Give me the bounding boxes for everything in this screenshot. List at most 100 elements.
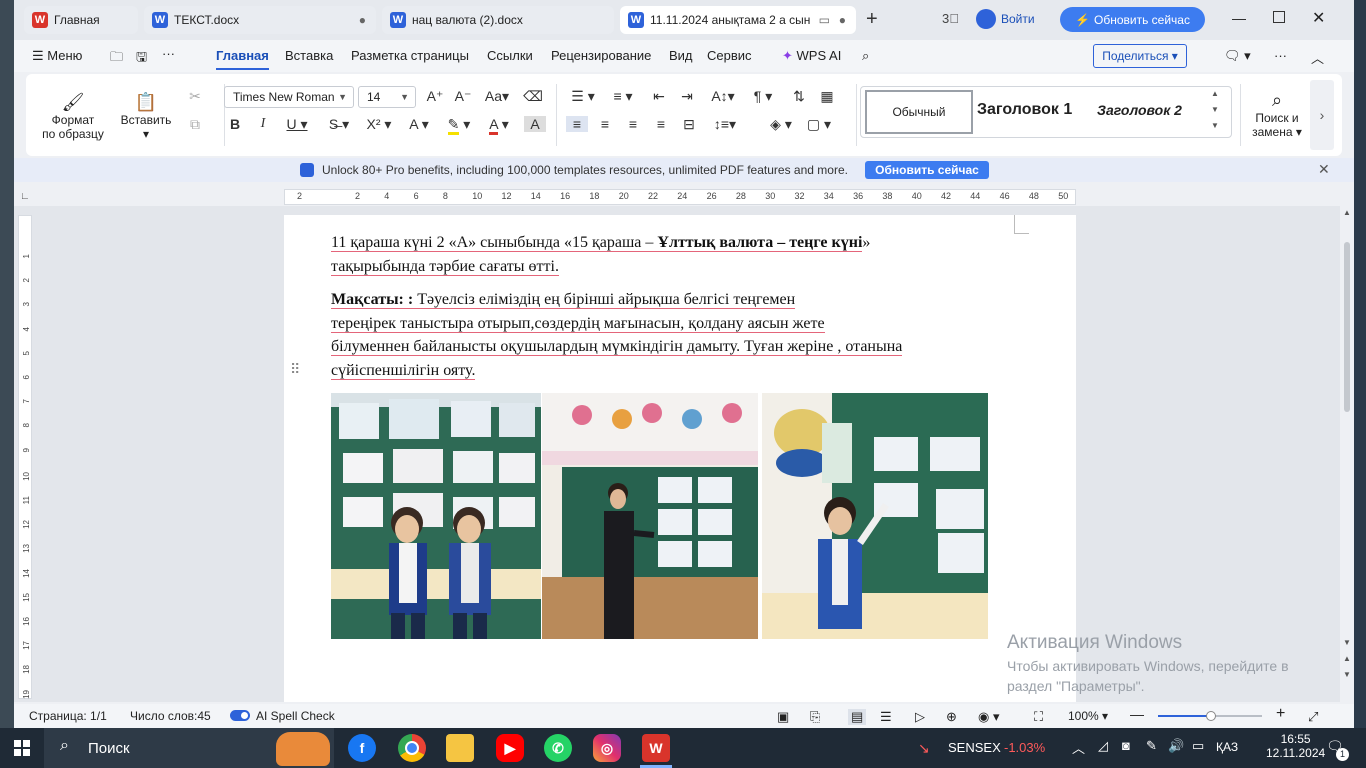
- stock-change[interactable]: -1.03%: [1004, 740, 1045, 755]
- photo-student-pointing[interactable]: [762, 393, 988, 639]
- comment-icon[interactable]: 🗨 ▾: [1224, 48, 1251, 64]
- fit-page-icon[interactable]: ⛶: [1034, 709, 1043, 725]
- shading-icon[interactable]: ◈ ▾: [764, 116, 798, 133]
- next-page-icon[interactable]: ▼: [1343, 670, 1351, 679]
- open-folder-icon[interactable]: 🗀: [110, 48, 123, 70]
- facebook-icon[interactable]: f: [348, 734, 376, 762]
- shrink-font-icon[interactable]: A⁻: [452, 88, 474, 105]
- strikethrough-icon[interactable]: S̶ ▾: [324, 116, 354, 133]
- read-mode-icon[interactable]: ▣: [777, 709, 789, 725]
- banner-close-icon[interactable]: ✕: [1318, 161, 1330, 178]
- clear-format-icon[interactable]: ⌫: [522, 88, 544, 105]
- fullscreen-doc-icon[interactable]: ⎘: [810, 709, 820, 725]
- search-icon[interactable]: ⌕: [862, 48, 869, 64]
- borders-icon[interactable]: ▢ ▾: [802, 116, 836, 133]
- photo-students-pair[interactable]: [331, 393, 541, 639]
- battery-icon[interactable]: ▭: [1192, 738, 1204, 754]
- tab-servis[interactable]: Сервис: [707, 48, 752, 63]
- webcam-icon[interactable]: ◙: [1122, 738, 1130, 753]
- vertical-ruler[interactable]: 1 2 3 4 5 6 7 8 9 10 11 12 13 14 15 16 17 18 19: [18, 215, 32, 699]
- zoom-out-icon[interactable]: —: [1130, 706, 1144, 722]
- spell-check-toggle[interactable]: [230, 710, 250, 721]
- more-icon[interactable]: ···: [162, 46, 175, 61]
- decrease-indent-icon[interactable]: ⇤: [648, 88, 670, 105]
- align-right-icon[interactable]: ≡: [622, 116, 644, 132]
- text-effect-icon[interactable]: A ▾: [404, 116, 434, 133]
- align-left-icon[interactable]: ≡: [566, 116, 588, 132]
- increase-indent-icon[interactable]: ⇥: [676, 88, 698, 105]
- char-shading-icon[interactable]: A: [524, 116, 546, 132]
- superscript-icon[interactable]: X² ▾: [364, 116, 394, 133]
- user-avatar-icon[interactable]: [976, 9, 996, 29]
- document-page[interactable]: 11 қараша күні 2 «А» сыныбында «15 қараш…: [284, 215, 1076, 702]
- tab-list-icon[interactable]: 3⃞: [942, 11, 959, 26]
- tab-nats-valyuta[interactable]: W нац валюта (2).docx: [382, 6, 614, 34]
- network-icon[interactable]: ◿: [1098, 738, 1108, 754]
- styles-scroll-up-icon[interactable]: ▲: [1211, 89, 1219, 98]
- close-tab-icon[interactable]: ●: [839, 13, 846, 27]
- font-size-select[interactable]: 14 ▼: [358, 86, 416, 108]
- highlight-icon[interactable]: ✎ ▾: [444, 116, 474, 135]
- page-view-icon[interactable]: ▤: [848, 709, 867, 725]
- table-grid-icon[interactable]: ▦: [816, 88, 838, 105]
- tab-ssylki[interactable]: Ссылки: [487, 48, 533, 63]
- scroll-thumb[interactable]: [1344, 242, 1350, 412]
- file-explorer-icon[interactable]: [446, 734, 474, 762]
- distributed-icon[interactable]: ⊟: [678, 116, 700, 133]
- numbering-icon[interactable]: ≡ ▾: [606, 88, 640, 105]
- youtube-icon[interactable]: ▶: [496, 734, 524, 762]
- align-center-icon[interactable]: ≡: [594, 116, 616, 132]
- tab-recenzirovanie[interactable]: Рецензирование: [551, 48, 651, 63]
- word-count[interactable]: Число слов:45: [130, 709, 211, 723]
- paste-button[interactable]: 📋 Вставить ▾: [116, 92, 176, 141]
- login-button[interactable]: Войти: [1001, 12, 1035, 26]
- close-window-icon[interactable]: ✕: [1312, 8, 1325, 28]
- volume-icon[interactable]: 🔊: [1168, 738, 1184, 754]
- style-heading-2[interactable]: Заголовок 2: [1097, 90, 1201, 130]
- outline-view-icon[interactable]: ☰: [880, 709, 892, 725]
- ribbon-scroll-right-icon[interactable]: ›: [1310, 80, 1334, 150]
- tab-active-doc[interactable]: W 11.11.2024 анықтама 2 а сын ▭ ●: [620, 6, 856, 34]
- wps-office-icon[interactable]: W: [642, 734, 670, 762]
- copy-icon[interactable]: ⧉: [184, 116, 206, 133]
- underline-icon[interactable]: U ▾: [282, 116, 312, 133]
- find-replace-button[interactable]: ⌕ Поиск и замена ▾: [1248, 90, 1306, 139]
- bullets-icon[interactable]: ☰ ▾: [566, 88, 600, 105]
- sort-icon[interactable]: ⇅: [788, 88, 810, 105]
- cut-icon[interactable]: ✂: [184, 88, 206, 105]
- photo-teacher-board[interactable]: [542, 393, 758, 639]
- whatsapp-icon[interactable]: ✆: [544, 734, 572, 762]
- vertical-scrollbar[interactable]: ▲ ▼ ▲ ▼: [1340, 206, 1354, 702]
- windows-start-icon[interactable]: [14, 740, 30, 756]
- new-tab-plus-icon[interactable]: +: [866, 8, 878, 31]
- horizontal-ruler[interactable]: 2 2 4 6 8 10 12 14 16 18 20 22 24 26 28 30 32 34 36 38 40 42 4…: [284, 189, 1076, 205]
- main-menu-button[interactable]: ☰ Меню: [32, 48, 82, 64]
- tab-razmetka[interactable]: Разметка страницы: [351, 48, 469, 63]
- zoom-in-icon[interactable]: +: [1276, 705, 1285, 723]
- clock[interactable]: 16:55 12.11.2024: [1266, 732, 1325, 760]
- share-button[interactable]: Поделиться ▾: [1093, 44, 1187, 68]
- zoom-select[interactable]: 100% ▾: [1068, 709, 1108, 723]
- collapse-ribbon-icon[interactable]: ︿: [1311, 48, 1324, 67]
- scroll-down-icon[interactable]: ▼: [1343, 638, 1351, 647]
- paragraph-mark-icon[interactable]: ¶ ▾: [748, 88, 778, 105]
- maximize-icon[interactable]: [1273, 11, 1285, 23]
- language-indicator[interactable]: ҚАЗ: [1216, 740, 1238, 754]
- eye-protect-icon[interactable]: ◉ ▾: [978, 709, 999, 725]
- minimize-icon[interactable]: —: [1232, 10, 1246, 26]
- style-heading-1[interactable]: Заголовок 1: [977, 90, 1083, 130]
- pen-icon[interactable]: ✎: [1146, 738, 1157, 754]
- page-count[interactable]: Страница: 1/1: [29, 709, 107, 723]
- fullscreen-icon[interactable]: ⤢: [1308, 709, 1318, 725]
- styles-scroll-down-icon[interactable]: ▼: [1211, 105, 1219, 114]
- tab-stop-selector[interactable]: ∟: [20, 191, 30, 202]
- chrome-icon[interactable]: [398, 734, 426, 762]
- save-icon[interactable]: 🖫: [136, 48, 147, 70]
- paragraph-1[interactable]: 11 қараша күні 2 «А» сыныбында «15 қараш…: [331, 231, 870, 278]
- tab-glavnaya[interactable]: Главная: [216, 48, 269, 70]
- line-spacing-icon[interactable]: ↕≡▾: [708, 116, 742, 133]
- drag-handle-icon[interactable]: ⠿: [290, 361, 300, 378]
- italic-icon[interactable]: I: [252, 116, 274, 132]
- justify-icon[interactable]: ≡: [650, 116, 672, 132]
- text-direction-icon[interactable]: A↕▾: [706, 88, 740, 105]
